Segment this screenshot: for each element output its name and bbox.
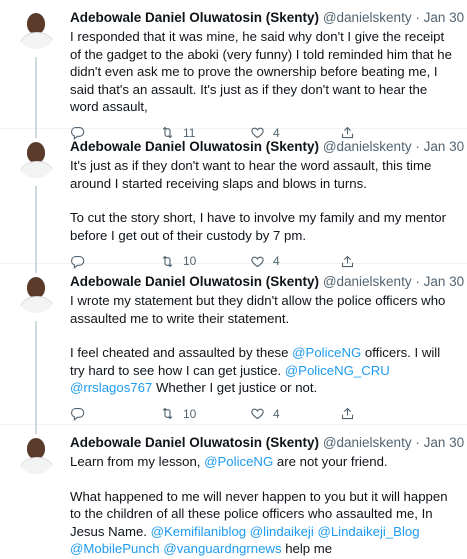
tweet-text-segment: I wrote my statement but they didn't all… <box>70 293 446 326</box>
dot-separator: · <box>415 274 420 289</box>
avatar-head <box>27 13 45 34</box>
like-count: 4 <box>273 406 280 421</box>
mention-link[interactable]: @PoliceNG <box>292 345 361 360</box>
avatar-body <box>20 32 54 49</box>
avatar[interactable] <box>16 9 56 49</box>
reply-icon <box>71 407 85 421</box>
author-name[interactable]: Adebowale Daniel Oluwatosin (Skenty) <box>70 435 319 450</box>
tweet-avatar-column <box>12 434 60 559</box>
author-handle[interactable]: @danielskenty <box>323 435 412 450</box>
like-button[interactable]: 4 <box>250 406 340 421</box>
mention-link[interactable]: @PoliceNG_CRU <box>285 363 390 378</box>
tweet-date[interactable]: Jan 30 <box>424 274 465 289</box>
author-handle[interactable]: @danielskenty <box>323 139 412 154</box>
tweet-text-segment: Whether I get justice or not. <box>152 380 318 395</box>
tweet-avatar-column <box>12 138 60 273</box>
mention-link[interactable]: @lindaikeji <box>250 524 314 539</box>
avatar-head <box>27 277 45 298</box>
avatar[interactable] <box>16 138 56 178</box>
tweet-text: It's just as if they don't want to hear … <box>70 157 455 244</box>
heart-icon <box>251 408 264 420</box>
tweet[interactable]: Adebowale Daniel Oluwatosin (Skenty) @da… <box>0 129 467 273</box>
tweet-date[interactable]: Jan 30 <box>424 435 465 450</box>
dot-separator: · <box>415 435 420 450</box>
mention-link[interactable]: @rrslagos767 <box>70 380 152 395</box>
mention-link[interactable]: @Kemifilaniblog <box>151 524 247 539</box>
reply-button[interactable] <box>70 406 160 421</box>
tweet-text: I responded that it was mine, he said wh… <box>70 28 455 116</box>
share-icon <box>341 407 354 420</box>
retweet-button[interactable]: 10 <box>160 406 250 421</box>
thread-connector-line <box>35 186 37 273</box>
thread-connector-line <box>35 57 37 138</box>
tweet-text-segment: Learn from my lesson, <box>70 454 205 469</box>
tweet-content: Adebowale Daniel Oluwatosin (Skenty) @da… <box>70 434 464 559</box>
tweet-paragraph: It's just as if they don't want to hear … <box>70 157 455 192</box>
avatar-body <box>20 161 54 178</box>
mention-link[interactable]: @PoliceNG <box>204 454 273 469</box>
tweet-text-segment: are not your friend. <box>273 454 388 469</box>
tweet[interactable]: Adebowale Daniel Oluwatosin (Skenty) @da… <box>0 264 467 434</box>
author-name[interactable]: Adebowale Daniel Oluwatosin (Skenty) <box>70 139 319 154</box>
tweet-paragraph: I feel cheated and assaulted by these @P… <box>70 344 455 397</box>
tweet-header: Adebowale Daniel Oluwatosin (Skenty) @da… <box>70 273 464 290</box>
tweet-text-segment: I feel cheated and assaulted by these <box>70 345 293 360</box>
avatar[interactable] <box>16 273 56 313</box>
tweet-paragraph: To cut the story short, I have to involv… <box>70 209 455 244</box>
tweet-text-segment: I responded that it was mine, he said wh… <box>70 29 452 114</box>
mention-link[interactable]: @Lindaikeji_Blog <box>317 524 419 539</box>
author-handle[interactable]: @danielskenty <box>323 10 412 25</box>
tweet-paragraph: I wrote my statement but they didn't all… <box>70 292 455 327</box>
retweet-icon <box>162 407 173 420</box>
tweet-content: Adebowale Daniel Oluwatosin (Skenty) @da… <box>70 273 464 424</box>
thread-connector-line <box>35 321 37 434</box>
mention-link[interactable]: @MobilePunch <box>70 541 160 556</box>
share-button[interactable] <box>340 406 430 421</box>
tweet-avatar-column <box>12 9 60 138</box>
tweet-date[interactable]: Jan 30 <box>424 10 465 25</box>
tweet-text-segment: help me <box>281 541 333 556</box>
avatar[interactable] <box>16 434 56 474</box>
mention-link[interactable]: @vanguardngrnews <box>163 541 281 556</box>
avatar-body <box>20 296 54 313</box>
tweet-paragraph: I responded that it was mine, he said wh… <box>70 28 455 116</box>
tweet-paragraph: What happened to me will never happen to… <box>70 488 455 558</box>
tweet-content: Adebowale Daniel Oluwatosin (Skenty) @da… <box>70 9 464 140</box>
tweet-text: Learn from my lesson, @PoliceNG are not … <box>70 453 455 558</box>
tweet-header: Adebowale Daniel Oluwatosin (Skenty) @da… <box>70 138 464 155</box>
tweet-text-segment: It's just as if they don't want to hear … <box>70 158 432 191</box>
avatar-head <box>27 142 45 163</box>
tweet-content: Adebowale Daniel Oluwatosin (Skenty) @da… <box>70 138 464 269</box>
tweet-header: Adebowale Daniel Oluwatosin (Skenty) @da… <box>70 9 464 26</box>
retweet-count: 10 <box>183 406 197 421</box>
tweet-actions: 10 4 <box>70 399 455 429</box>
author-name[interactable]: Adebowale Daniel Oluwatosin (Skenty) <box>70 274 319 289</box>
tweet-date[interactable]: Jan 30 <box>424 139 465 154</box>
author-handle[interactable]: @danielskenty <box>323 274 412 289</box>
avatar-body <box>20 457 54 474</box>
tweet-text-segment: To cut the story short, I have to involv… <box>70 210 446 243</box>
tweet-thread: Adebowale Daniel Oluwatosin (Skenty) @da… <box>0 0 467 559</box>
author-name[interactable]: Adebowale Daniel Oluwatosin (Skenty) <box>70 10 319 25</box>
tweet-avatar-column <box>12 273 60 434</box>
tweet-text: I wrote my statement but they didn't all… <box>70 292 455 397</box>
tweet[interactable]: Adebowale Daniel Oluwatosin (Skenty) @da… <box>0 425 467 559</box>
dot-separator: · <box>415 139 420 154</box>
tweet-header: Adebowale Daniel Oluwatosin (Skenty) @da… <box>70 434 464 451</box>
tweet[interactable]: Adebowale Daniel Oluwatosin (Skenty) @da… <box>0 0 467 140</box>
tweet-paragraph: Learn from my lesson, @PoliceNG are not … <box>70 453 455 471</box>
avatar-head <box>27 438 45 459</box>
dot-separator: · <box>415 10 420 25</box>
